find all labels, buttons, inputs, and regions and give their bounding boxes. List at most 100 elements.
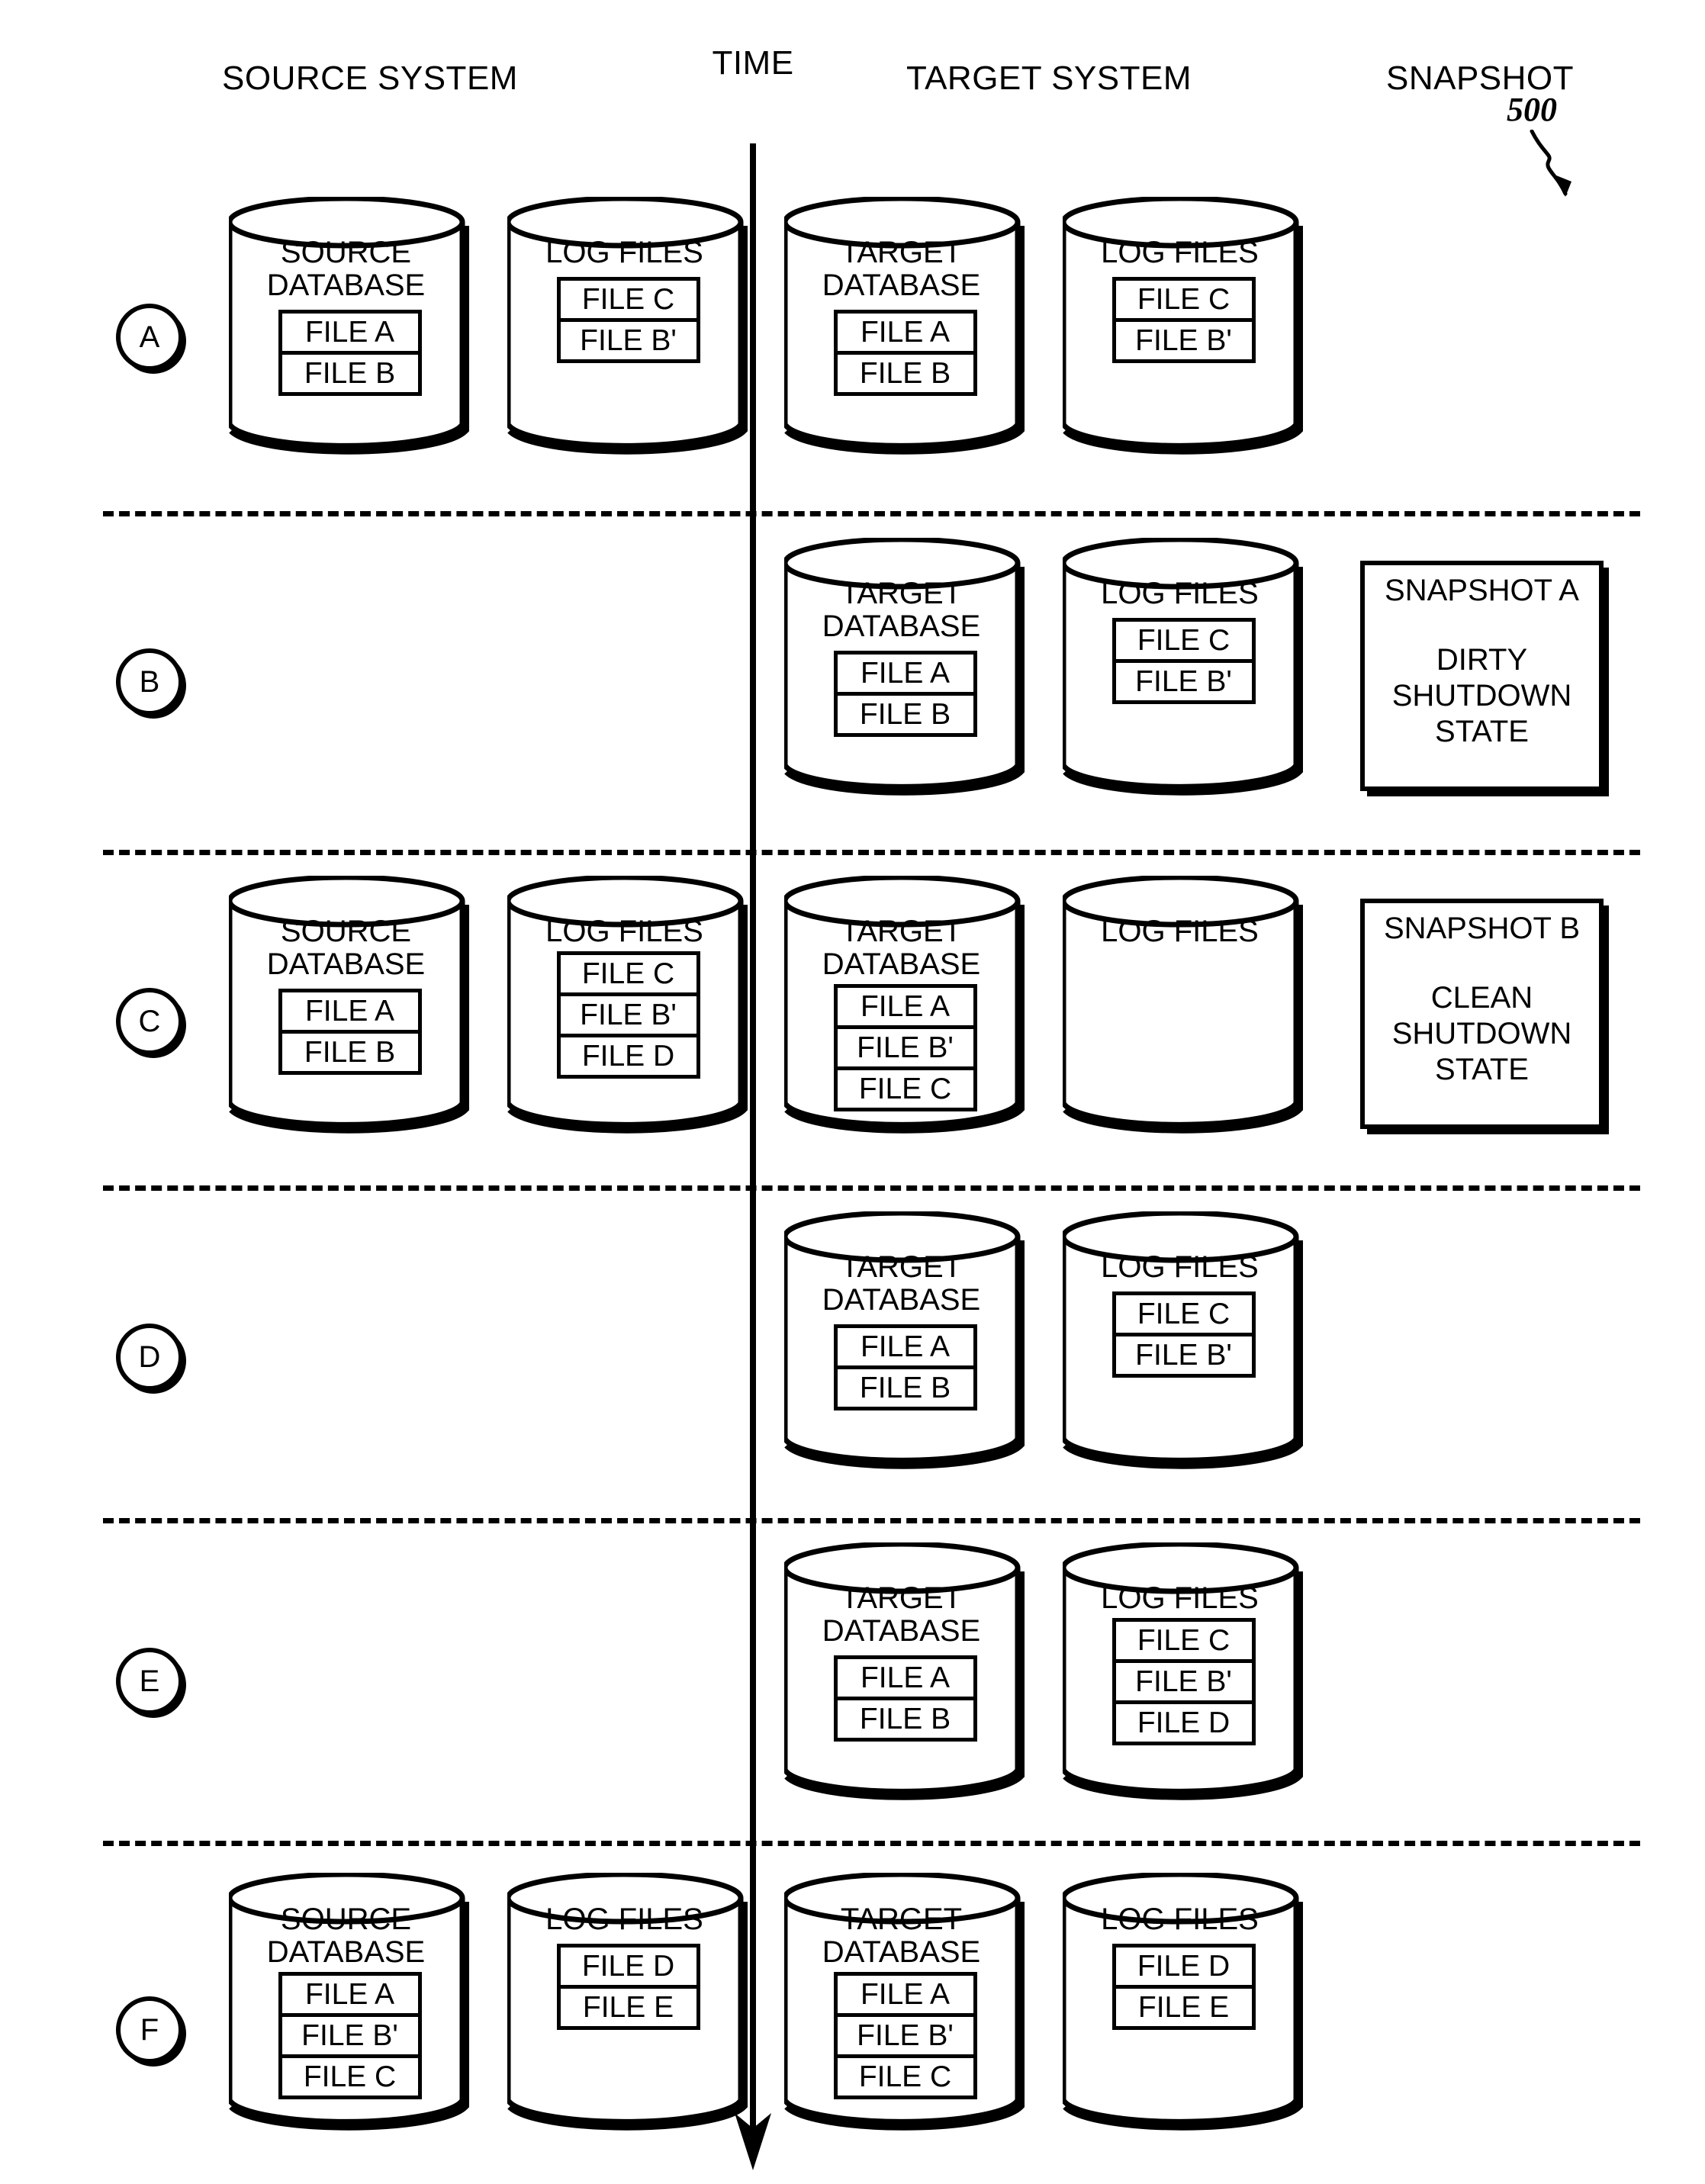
- source-log-files-cylinder-row-A: LOG FILES FILE C FILE B': [507, 197, 748, 455]
- file-entry: FILE C: [1115, 1295, 1252, 1336]
- file-entry: FILE E: [1137, 1991, 1230, 2024]
- target-log-files-file-list-row-A: FILE C FILE B': [1111, 277, 1256, 363]
- target-database-cylinder-row-F: TARGET DATABASE FILE A FILE B' FILE C: [784, 1873, 1025, 2131]
- source-log-files-file-list-row-C: FILE C FILE B' FILE D: [556, 951, 700, 1079]
- target-database-cylinder-row-E: TARGET DATABASE FILE A FILE B: [784, 1542, 1025, 1800]
- file-entry: FILE B: [859, 1372, 951, 1404]
- file-entry: FILE C: [303, 2060, 397, 2093]
- source-database-file-list-row-F: FILE A FILE B' FILE C: [278, 1972, 422, 2099]
- target-log-files-file-list-row-B: FILE C FILE B': [1111, 618, 1256, 704]
- snapshot-title: SNAPSHOT A: [1385, 574, 1579, 607]
- source-database-cylinder-row-A: SOURCE DATABASE FILE A FILE B: [229, 197, 469, 455]
- target-log-files-file-list-row-D: FILE C FILE B': [1111, 1291, 1256, 1378]
- target-database-file-list-row-F: FILE A FILE B' FILE C: [833, 1972, 977, 2099]
- file-entry: FILE C: [1115, 281, 1252, 322]
- target-database-file-list-row-E: FILE A FILE B: [833, 1655, 977, 1742]
- reference-numeral-500: 500: [1507, 91, 1557, 128]
- row-marker-e: E: [116, 1648, 183, 1715]
- file-entry: FILE D: [560, 1948, 696, 1989]
- file-entry: FILE B': [1135, 324, 1232, 357]
- column-header-source-system: SOURCE SYSTEM: [222, 60, 518, 97]
- file-entry: FILE C: [560, 955, 696, 996]
- source-database-label: SOURCE DATABASE: [266, 915, 426, 981]
- file-entry: FILE A: [837, 314, 973, 355]
- source-log-files-cylinder-row-F: LOG FILES FILE D FILE E: [507, 1873, 748, 2131]
- target-database-file-list-row-D: FILE A FILE B: [833, 1324, 977, 1410]
- target-log-files-cylinder-row-E: LOG FILES FILE C FILE B' FILE D: [1063, 1542, 1303, 1800]
- snapshot-state: DIRTY SHUTDOWN STATE: [1391, 643, 1572, 748]
- file-entry: FILE B: [859, 698, 951, 731]
- snapshot-title: SNAPSHOT B: [1383, 912, 1581, 945]
- snapshot-box-row-C: SNAPSHOT B CLEAN SHUTDOWN STATE: [1360, 899, 1604, 1129]
- source-database-cylinder-row-C: SOURCE DATABASE FILE A FILE B: [229, 876, 469, 1134]
- target-database-label: TARGET DATABASE: [822, 1581, 981, 1648]
- row-marker-b: B: [116, 648, 183, 716]
- file-entry: FILE E: [582, 1991, 674, 2024]
- file-entry: FILE B': [560, 996, 696, 1037]
- target-log-files-cylinder-row-F: LOG FILES FILE D FILE E: [1063, 1873, 1303, 2131]
- file-entry: FILE A: [837, 988, 973, 1029]
- file-entry: FILE C: [858, 2060, 952, 2093]
- row-separator: [103, 1518, 1640, 1523]
- source-database-file-list-row-C: FILE A FILE B: [278, 989, 422, 1075]
- file-entry: FILE D: [581, 1040, 675, 1073]
- row-separator: [103, 1185, 1640, 1191]
- file-entry: FILE A: [281, 314, 418, 355]
- target-database-file-list-row-C: FILE A FILE B' FILE C: [833, 984, 977, 1111]
- file-entry: FILE A: [837, 1976, 973, 2017]
- file-entry: FILE D: [1137, 1706, 1230, 1739]
- source-log-files-file-list-row-A: FILE C FILE B': [556, 277, 700, 363]
- target-database-label: TARGET DATABASE: [822, 236, 981, 302]
- file-entry: FILE B: [859, 357, 951, 390]
- file-entry: FILE B': [1135, 1339, 1232, 1372]
- target-database-label: TARGET DATABASE: [822, 1250, 981, 1317]
- snapshot-state: CLEAN SHUTDOWN STATE: [1391, 981, 1572, 1086]
- file-entry: FILE B': [281, 2017, 418, 2058]
- row-separator: [103, 850, 1640, 855]
- row-marker-f: F: [116, 1996, 183, 2063]
- target-log-files-label: LOG FILES: [1101, 915, 1259, 948]
- row-marker-d: D: [116, 1324, 183, 1391]
- file-entry: FILE B: [304, 1036, 396, 1069]
- column-header-target-system: TARGET SYSTEM: [906, 60, 1192, 97]
- target-database-cylinder-row-C: TARGET DATABASE FILE A FILE B' FILE C: [784, 876, 1025, 1134]
- file-entry: FILE B': [1115, 1663, 1252, 1704]
- row-separator: [103, 1841, 1640, 1846]
- source-database-cylinder-row-F: SOURCE DATABASE FILE A FILE B' FILE C: [229, 1873, 469, 2131]
- target-log-files-cylinder-row-D: LOG FILES FILE C FILE B': [1063, 1211, 1303, 1469]
- column-header-snapshot: SNAPSHOT: [1385, 60, 1575, 97]
- file-entry: FILE B: [859, 1703, 951, 1735]
- file-entry: FILE A: [837, 655, 973, 696]
- file-entry: FILE B': [837, 1029, 973, 1070]
- target-log-files-label: LOG FILES: [1101, 1250, 1259, 1284]
- target-log-files-label: LOG FILES: [1101, 1903, 1259, 1936]
- file-entry: FILE A: [837, 1328, 973, 1369]
- file-entry: FILE A: [837, 1659, 973, 1700]
- file-entry: FILE C: [1115, 622, 1252, 663]
- source-log-files-label: LOG FILES: [545, 1903, 703, 1936]
- target-database-file-list-row-A: FILE A FILE B: [833, 310, 977, 396]
- file-entry: FILE C: [560, 281, 696, 322]
- file-entry: FILE B': [1135, 665, 1232, 698]
- file-entry: FILE A: [281, 992, 418, 1034]
- source-log-files-label: LOG FILES: [545, 915, 703, 948]
- target-database-label: TARGET DATABASE: [822, 915, 981, 981]
- snapshot-box-row-B: SNAPSHOT A DIRTY SHUTDOWN STATE: [1360, 561, 1604, 791]
- source-database-label: SOURCE DATABASE: [266, 236, 426, 302]
- target-database-label: TARGET DATABASE: [822, 1903, 981, 1969]
- target-log-files-cylinder-row-B: LOG FILES FILE C FILE B': [1063, 538, 1303, 796]
- target-log-files-label: LOG FILES: [1101, 577, 1259, 610]
- row-marker-a: A: [116, 304, 183, 371]
- file-entry: FILE C: [1115, 1622, 1252, 1663]
- target-log-files-file-list-row-E: FILE C FILE B' FILE D: [1111, 1618, 1256, 1745]
- source-log-files-file-list-row-F: FILE D FILE E: [556, 1944, 700, 2030]
- target-log-files-file-list-row-F: FILE D FILE E: [1111, 1944, 1256, 2030]
- row-separator: [103, 511, 1640, 516]
- target-database-cylinder-row-A: TARGET DATABASE FILE A FILE B: [784, 197, 1025, 455]
- file-entry: FILE A: [281, 1976, 418, 2017]
- column-header-time: TIME: [712, 44, 794, 82]
- source-database-label: SOURCE DATABASE: [266, 1903, 426, 1969]
- file-entry: FILE D: [1115, 1948, 1252, 1989]
- file-entry: FILE C: [858, 1073, 952, 1105]
- target-log-files-label: LOG FILES: [1101, 236, 1259, 269]
